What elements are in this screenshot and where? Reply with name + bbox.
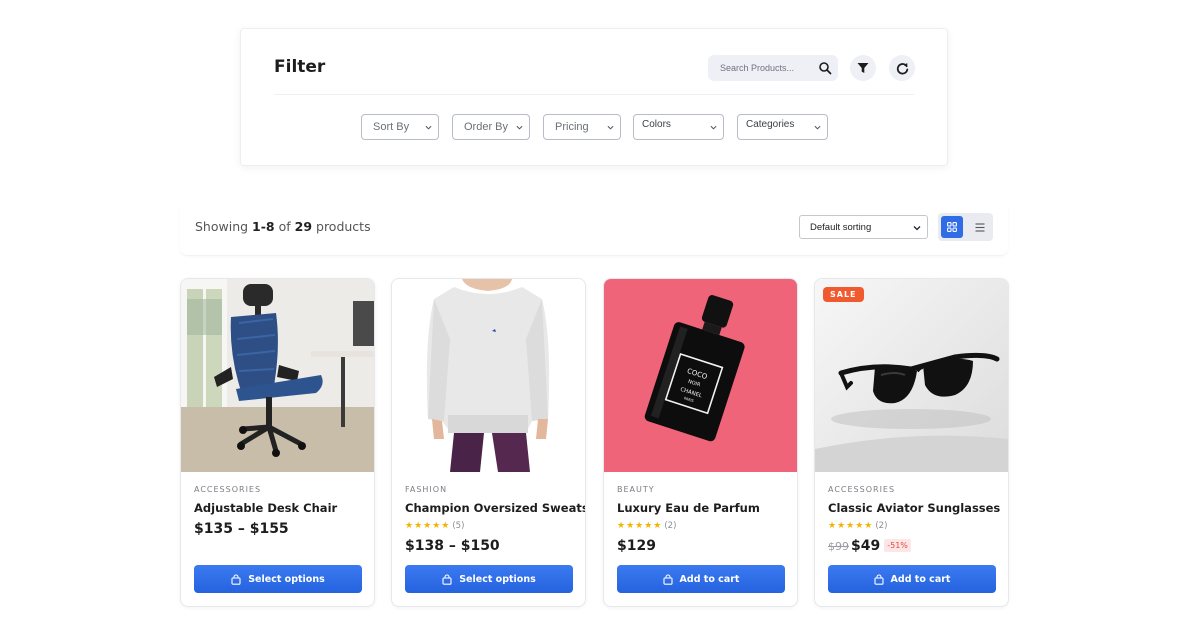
- product-category[interactable]: FASHION: [405, 485, 447, 494]
- product-image-sweatshirt[interactable]: [392, 279, 585, 472]
- list-view-button[interactable]: [969, 216, 991, 238]
- star-rating: ★★★★★ (2): [828, 521, 887, 531]
- add-to-cart-label: Add to cart: [679, 573, 740, 585]
- discount-badge: -51%: [884, 539, 911, 552]
- search-icon[interactable]: [818, 61, 832, 75]
- bag-icon: [873, 573, 884, 585]
- bag-icon: [442, 573, 452, 585]
- product-title[interactable]: Champion Oversized Sweatshirt: [405, 501, 585, 515]
- star-rating: ★★★★★ (5): [405, 521, 464, 531]
- sale-price: $49: [851, 538, 881, 554]
- chevron-down-icon: [814, 125, 821, 130]
- order-by-dropdown[interactable]: Order By: [452, 114, 530, 140]
- grid-view-button[interactable]: [941, 216, 963, 238]
- stars: ★★★★★: [828, 521, 874, 531]
- select-options-button[interactable]: Select options: [194, 565, 362, 593]
- product-title[interactable]: Classic Aviator Sunglasses: [828, 501, 1000, 515]
- product-card[interactable]: ACCESSORIES Adjustable Desk Chair $135 –…: [180, 278, 375, 607]
- sort-select-value: Default sorting: [810, 221, 872, 233]
- colors-dropdown[interactable]: Colors: [633, 114, 724, 140]
- product-category[interactable]: ACCESSORIES: [194, 485, 261, 494]
- product-price: $99 $49 -51%: [828, 538, 911, 554]
- product-category[interactable]: ACCESSORIES: [828, 485, 895, 494]
- chevron-down-icon: [913, 226, 921, 231]
- select-options-label: Select options: [459, 573, 536, 585]
- product-title[interactable]: Luxury Eau de Parfum: [617, 501, 760, 515]
- bag-icon: [662, 573, 673, 585]
- sale-badge: SALE: [823, 287, 864, 302]
- filter-panel: Filter Sort By Order By Pricing Colors: [240, 28, 948, 166]
- product-image-perfume[interactable]: COCO NOIR CHANEL PARIS: [604, 279, 797, 472]
- product-card[interactable]: COCO NOIR CHANEL PARIS BEAUTY Luxury Eau…: [603, 278, 798, 607]
- rating-count: (5): [452, 521, 465, 531]
- filter-icon: [857, 63, 869, 73]
- sort-select[interactable]: Default sorting: [799, 215, 928, 239]
- pricing-label: Pricing: [555, 121, 589, 133]
- result-total: 29: [294, 219, 313, 234]
- add-to-cart-button[interactable]: Add to cart: [828, 565, 996, 593]
- colors-label: Colors: [642, 118, 671, 130]
- product-price: $135 – $155: [194, 521, 289, 537]
- product-image-desk-chair[interactable]: [181, 279, 374, 472]
- refresh-icon: [896, 62, 908, 74]
- divider: [274, 94, 914, 95]
- select-options-button[interactable]: Select options: [405, 565, 573, 593]
- order-by-label: Order By: [464, 121, 509, 133]
- rating-count: (2): [664, 521, 677, 531]
- grid-icon: [947, 222, 957, 232]
- result-range: 1-8: [252, 219, 275, 234]
- list-icon: [975, 222, 985, 232]
- star-rating: ★★★★★ (2): [617, 521, 676, 531]
- view-toggle: [938, 213, 993, 241]
- result-count-of: of: [274, 219, 295, 234]
- select-options-label: Select options: [248, 573, 325, 585]
- filter-title: Filter: [274, 57, 326, 77]
- sort-by-label: Sort By: [373, 121, 410, 133]
- product-card[interactable]: FASHION Champion Oversized Sweatshirt ★★…: [391, 278, 586, 607]
- pricing-dropdown[interactable]: Pricing: [543, 114, 621, 140]
- product-title[interactable]: Adjustable Desk Chair: [194, 501, 337, 515]
- chevron-down-icon: [425, 125, 432, 130]
- old-price: $99: [828, 540, 849, 553]
- categories-dropdown[interactable]: Categories: [737, 114, 828, 140]
- result-count: Showing 1-8 of 29 products: [195, 219, 371, 234]
- chevron-down-icon: [710, 125, 717, 130]
- chevron-down-icon: [516, 125, 523, 130]
- product-category[interactable]: BEAUTY: [617, 485, 655, 494]
- filter-button[interactable]: [850, 55, 876, 81]
- reset-button[interactable]: [889, 55, 915, 81]
- stars: ★★★★★: [405, 521, 451, 531]
- search-box[interactable]: [708, 55, 838, 81]
- result-count-suffix: products: [312, 219, 371, 234]
- categories-label: Categories: [746, 118, 795, 130]
- rating-count: (2): [875, 521, 888, 531]
- result-count-prefix: Showing: [195, 219, 253, 234]
- sort-by-dropdown[interactable]: Sort By: [361, 114, 439, 140]
- chevron-down-icon: [607, 125, 614, 130]
- product-price: $129: [617, 538, 656, 554]
- product-card[interactable]: SALE ACCESSORIES Classic Aviator Sunglas…: [814, 278, 1009, 607]
- search-input[interactable]: [708, 55, 808, 81]
- add-to-cart-button[interactable]: Add to cart: [617, 565, 785, 593]
- results-toolbar: Showing 1-8 of 29 products Default sorti…: [180, 200, 1008, 256]
- product-price: $138 – $150: [405, 538, 500, 554]
- product-image-sunglasses[interactable]: [815, 279, 1008, 472]
- add-to-cart-label: Add to cart: [890, 573, 951, 585]
- bag-icon: [231, 573, 241, 585]
- stars: ★★★★★: [617, 521, 663, 531]
